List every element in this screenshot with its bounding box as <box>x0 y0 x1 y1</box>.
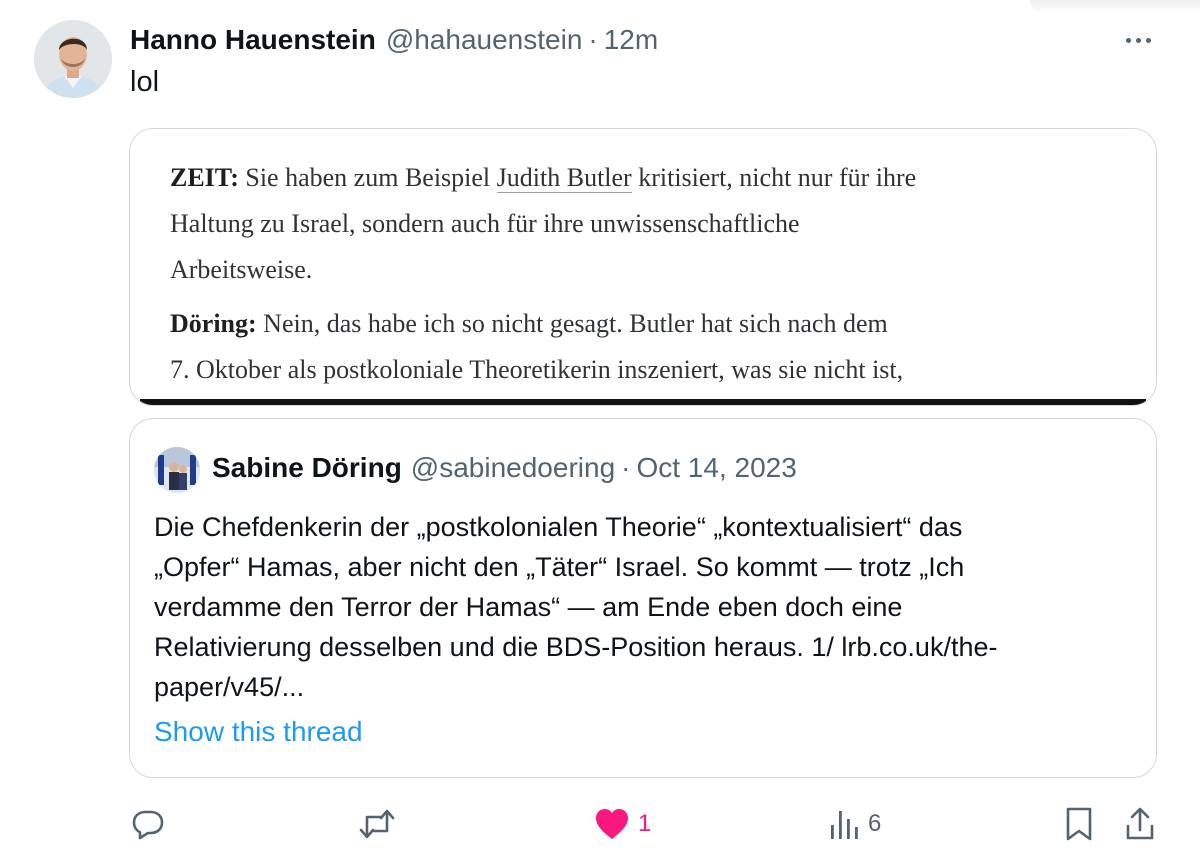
quoted-text-line: Die Chefdenkerin der „postkolonialen The… <box>154 512 963 542</box>
tweet-text: lol <box>130 66 160 98</box>
quoted-text-line: „Opfer“ Hamas, aber nicht den „Täter“ Is… <box>154 552 965 582</box>
tweet-action-bar: 1 6 <box>0 800 1200 850</box>
quoted-author-avatar[interactable] <box>154 447 200 493</box>
author-name[interactable]: Hanno Hauenstein <box>130 22 376 58</box>
quoted-text-line: Relativierung desselben und die BDS-Posi… <box>154 632 998 662</box>
article-text: 7. Oktober als postkoloniale Theoretiker… <box>170 355 904 384</box>
quoted-header-separator: · <box>621 452 631 483</box>
reply-button[interactable] <box>130 800 166 848</box>
tweet-header: Hanno Hauenstein @hahauenstein · 12m <box>130 22 658 58</box>
article-excerpt: ZEIT: Sie haben zum Beispiel Judith Butl… <box>170 155 1130 401</box>
views-bar-chart-icon <box>831 811 858 839</box>
retweet-button[interactable] <box>358 800 396 848</box>
more-horizontal-icon-dot <box>1135 37 1141 43</box>
tweet-media-image[interactable]: ZEIT: Sie haben zum Beispiel Judith Butl… <box>129 128 1157 406</box>
quoted-author-name: Sabine Döring <box>212 452 402 483</box>
share-icon <box>1126 807 1154 840</box>
like-button[interactable]: 1 <box>594 800 651 848</box>
views-button[interactable]: 6 <box>828 800 881 848</box>
show-thread-link[interactable]: Show this thread <box>154 715 363 749</box>
tweet-page: Hanno Hauenstein @hahauenstein · 12m lol… <box>0 0 1200 866</box>
quoted-text-line: verdamme den Terror der Hamas“ — am Ende… <box>154 592 903 622</box>
article-text: Nein, das habe ich so nicht gesagt. Butl… <box>256 309 888 338</box>
article-paragraph-zeit: ZEIT: Sie haben zum Beispiel Judith Butl… <box>170 155 1130 293</box>
article-link-judith-butler: Judith Butler <box>496 163 632 193</box>
more-horizontal-icon <box>1125 37 1131 43</box>
bookmark-button[interactable] <box>1064 800 1094 848</box>
bookmark-icon <box>1066 807 1092 841</box>
retweet-icon <box>359 809 395 839</box>
like-count: 1 <box>638 810 652 837</box>
header-separator: · <box>588 24 598 55</box>
article-text: Arbeitsweise. <box>170 255 313 284</box>
quoted-tweet-text: Die Chefdenkerin der „postkolonialen The… <box>154 507 1134 707</box>
media-crop-edge <box>140 399 1146 405</box>
article-text: Haltung zu Israel, sondern auch für ihre… <box>170 209 800 238</box>
more-options-button[interactable] <box>1118 28 1158 52</box>
quoted-author-handle: @sabinedoering <box>410 452 616 483</box>
author-avatar[interactable] <box>34 20 112 98</box>
heart-filled-icon <box>596 809 628 839</box>
quoted-text-line: paper/v45/... <box>154 672 305 702</box>
quoted-tweet-date: Oct 14, 2023 <box>636 452 797 483</box>
views-count: 6 <box>868 810 882 837</box>
speaker-zeit: ZEIT: <box>170 163 239 192</box>
reply-icon <box>132 810 164 840</box>
quoted-tweet-header: Sabine Döring @sabinedoering · Oct 14, 2… <box>212 449 797 487</box>
share-button[interactable] <box>1124 800 1156 848</box>
article-text: Sie haben zum Beispiel <box>238 163 497 192</box>
more-horizontal-icon-dot <box>1145 37 1151 43</box>
article-paragraph-doering: Döring: Nein, das habe ich so nicht gesa… <box>170 301 1130 393</box>
top-edge-shadow <box>1030 0 1200 14</box>
quoted-tweet[interactable]: Sabine Döring @sabinedoering · Oct 14, 2… <box>129 418 1157 778</box>
speaker-doering: Döring: <box>170 309 257 338</box>
article-text: kritisiert, nicht nur für ihre <box>631 163 917 192</box>
tweet-timestamp[interactable]: 12m <box>604 22 658 58</box>
author-handle[interactable]: @hahauenstein <box>386 22 583 58</box>
